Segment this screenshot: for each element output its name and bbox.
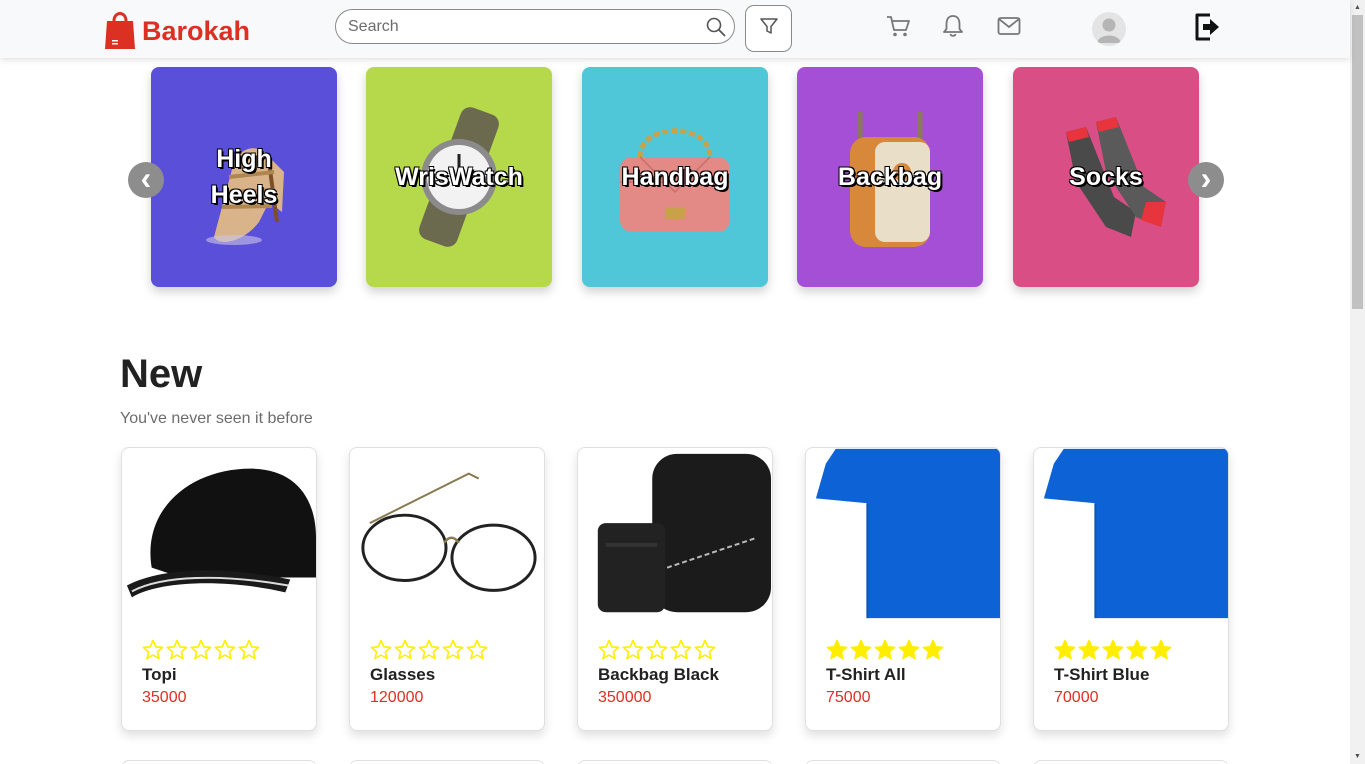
- category-card-high-heels[interactable]: High Heels: [151, 67, 337, 287]
- glasses-image: [350, 448, 544, 619]
- star-empty-icon: [166, 639, 188, 660]
- logout-icon[interactable]: [1192, 11, 1222, 43]
- product-card-next-row: [121, 760, 317, 764]
- bell-icon[interactable]: [939, 12, 967, 40]
- carousel-prev-button[interactable]: ‹: [128, 162, 164, 198]
- product-card-next-row: [349, 760, 545, 764]
- rating-stars: [826, 639, 944, 661]
- brand-name: Barokah: [142, 16, 251, 46]
- carousel-next-button[interactable]: ›: [1188, 162, 1224, 198]
- product-card[interactable]: T-Shirt All 75000: [805, 447, 1001, 731]
- product-price: 350000: [598, 689, 652, 706]
- star-empty-icon: [214, 639, 236, 660]
- star-empty-icon: [622, 639, 644, 660]
- mail-icon[interactable]: [995, 12, 1023, 40]
- scroll-thumb[interactable]: [1352, 15, 1363, 309]
- scroll-down-arrow[interactable]: ▼: [1350, 749, 1365, 764]
- chevron-right-icon: ›: [1200, 160, 1212, 196]
- product-card[interactable]: Glasses 120000: [349, 447, 545, 731]
- tshirt-blue-image: [1034, 448, 1228, 619]
- search-icon[interactable]: [698, 10, 734, 43]
- star-empty-icon: [238, 639, 260, 660]
- scroll-up-arrow[interactable]: ▲: [1350, 0, 1365, 15]
- star-filled-icon: [1102, 639, 1124, 660]
- star-empty-icon: [370, 639, 392, 660]
- star-empty-icon: [670, 639, 692, 660]
- filter-icon: [759, 16, 779, 41]
- product-card-next-row: [577, 760, 773, 764]
- star-filled-icon: [826, 639, 848, 660]
- star-filled-icon: [1078, 639, 1100, 660]
- category-label: High Heels: [210, 145, 278, 209]
- rating-stars: [1054, 639, 1172, 661]
- product-name: Glasses: [370, 665, 436, 684]
- product-name: T-Shirt Blue: [1054, 665, 1150, 684]
- star-filled-icon: [898, 639, 920, 660]
- shopping-bag-icon: [104, 7, 136, 56]
- star-filled-icon: [874, 639, 896, 660]
- category-label: Backbag: [837, 163, 943, 191]
- cart-icon[interactable]: [884, 12, 912, 40]
- star-empty-icon: [646, 639, 668, 660]
- backbag-black-image: [578, 448, 772, 619]
- product-card[interactable]: Backbag Black 350000: [577, 447, 773, 731]
- category-label: WrisWatch: [395, 163, 523, 191]
- rating-stars: [142, 639, 260, 661]
- category-label: Handbag: [621, 163, 729, 191]
- star-empty-icon: [394, 639, 416, 660]
- star-filled-icon: [1054, 639, 1076, 660]
- product-price: 70000: [1054, 689, 1099, 706]
- product-name: Topi: [142, 665, 177, 684]
- category-card-handbag[interactable]: Handbag: [582, 67, 768, 287]
- product-name: Backbag Black: [598, 665, 719, 684]
- star-empty-icon: [694, 639, 716, 660]
- product-card[interactable]: T-Shirt Blue 70000: [1033, 447, 1229, 731]
- star-empty-icon: [418, 639, 440, 660]
- category-card-wristwatch[interactable]: WrisWatch: [366, 67, 552, 287]
- star-empty-icon: [598, 639, 620, 660]
- cap-image: [122, 448, 316, 619]
- product-card[interactable]: Topi 35000: [121, 447, 317, 731]
- navbar: Barokah: [0, 0, 1350, 58]
- product-card-next-row: [805, 760, 1001, 764]
- star-empty-icon: [442, 639, 464, 660]
- avatar[interactable]: [1092, 12, 1126, 46]
- chevron-left-icon: ‹: [140, 160, 152, 196]
- rating-stars: [598, 639, 716, 661]
- tshirt-all-image: [806, 448, 1000, 619]
- product-price: 35000: [142, 689, 187, 706]
- filter-button[interactable]: [745, 5, 792, 52]
- category-card-socks[interactable]: Socks: [1013, 67, 1199, 287]
- page-scrollbar[interactable]: ▲ ▼: [1350, 0, 1365, 764]
- product-price: 75000: [826, 689, 871, 706]
- star-empty-icon: [142, 639, 164, 660]
- product-price: 120000: [370, 689, 424, 706]
- star-filled-icon: [1126, 639, 1148, 660]
- page: Barokah Search ‹ High Heels WrisWatch Ha…: [0, 0, 1365, 764]
- rating-stars: [370, 639, 488, 661]
- category-card-backbag[interactable]: Backbag: [797, 67, 983, 287]
- section-subtitle: You've never seen it before: [120, 410, 313, 427]
- category-label: Socks: [1069, 163, 1143, 191]
- star-filled-icon: [1150, 639, 1172, 660]
- star-empty-icon: [190, 639, 212, 660]
- star-filled-icon: [850, 639, 872, 660]
- search-input[interactable]: [336, 10, 698, 43]
- search-bar: [335, 9, 735, 44]
- section-title: New: [120, 352, 203, 396]
- product-card-next-row: [1033, 760, 1229, 764]
- star-filled-icon: [922, 639, 944, 660]
- star-empty-icon: [466, 639, 488, 660]
- product-name: T-Shirt All: [826, 665, 906, 684]
- brand[interactable]: Barokah: [104, 7, 250, 56]
